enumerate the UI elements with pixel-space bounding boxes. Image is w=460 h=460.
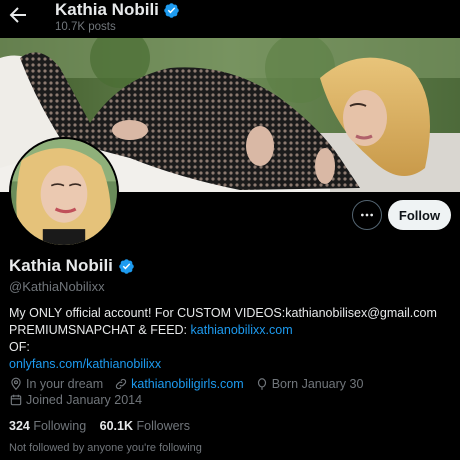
location-text: In your dream [26, 377, 104, 391]
profile-bio: My ONLY official account! For CUSTOM VID… [9, 305, 437, 373]
profile-name-text: Kathia Nobili [9, 256, 113, 275]
website-link[interactable]: kathianobiligirls.com [131, 377, 244, 391]
birthday-icon [257, 378, 266, 390]
verified-badge-icon[interactable] [118, 258, 135, 275]
more-options-button[interactable] [352, 200, 382, 230]
location-icon [11, 377, 21, 391]
joined-text: Joined January 2014 [26, 393, 143, 407]
header-posts-count: 10.7K posts [55, 21, 116, 33]
following-link[interactable]: 324 Following [9, 419, 86, 433]
profile-handle: @KathiaNobilixx [9, 279, 105, 294]
top-bar: Kathia Nobili 10.7K posts [0, 0, 460, 38]
not-followed-notice: Not followed by anyone you're following [9, 442, 202, 454]
profile-joined-row: Joined January 2014 [9, 393, 153, 407]
birthday-text: Born January 30 [271, 377, 364, 391]
avatar[interactable] [9, 137, 119, 247]
followers-label: Followers [136, 419, 190, 433]
bio-line-3: OF: [9, 340, 30, 354]
link-icon [116, 378, 127, 390]
birthday-item: Born January 30 [255, 377, 364, 391]
profile-display-name: Kathia Nobili [9, 256, 135, 276]
more-icon [361, 213, 373, 217]
follow-counts: 324 Following 60.1K Followers [9, 419, 200, 433]
profile-meta-row: In your dream kathianobiligirls.com Born… [9, 377, 374, 391]
followers-count: 60.1K [99, 419, 133, 433]
header-title: Kathia Nobili [55, 0, 180, 20]
calendar-icon [10, 394, 22, 406]
location-item: In your dream [9, 377, 103, 391]
back-arrow-icon[interactable] [6, 3, 30, 27]
bio-line-2-text: PREMIUMSNAPCHAT & FEED: [9, 323, 191, 337]
bio-line-2: PREMIUMSNAPCHAT & FEED: kathianobilixx.c… [9, 322, 437, 339]
verified-badge-icon [164, 2, 179, 18]
website-item: kathianobiligirls.com [114, 377, 244, 391]
bio-line-1: My ONLY official account! For CUSTOM VID… [9, 306, 437, 320]
header-title-text: Kathia Nobili [55, 0, 159, 19]
follow-button[interactable]: Follow [388, 200, 451, 230]
following-count: 324 [9, 419, 30, 433]
joined-item: Joined January 2014 [9, 393, 142, 407]
following-label: Following [33, 419, 87, 433]
bio-link-website[interactable]: kathianobilixx.com [191, 323, 293, 337]
bio-link-onlyfans[interactable]: onlyfans.com/kathianobilixx [9, 356, 437, 373]
followers-link[interactable]: 60.1K Followers [100, 419, 190, 433]
